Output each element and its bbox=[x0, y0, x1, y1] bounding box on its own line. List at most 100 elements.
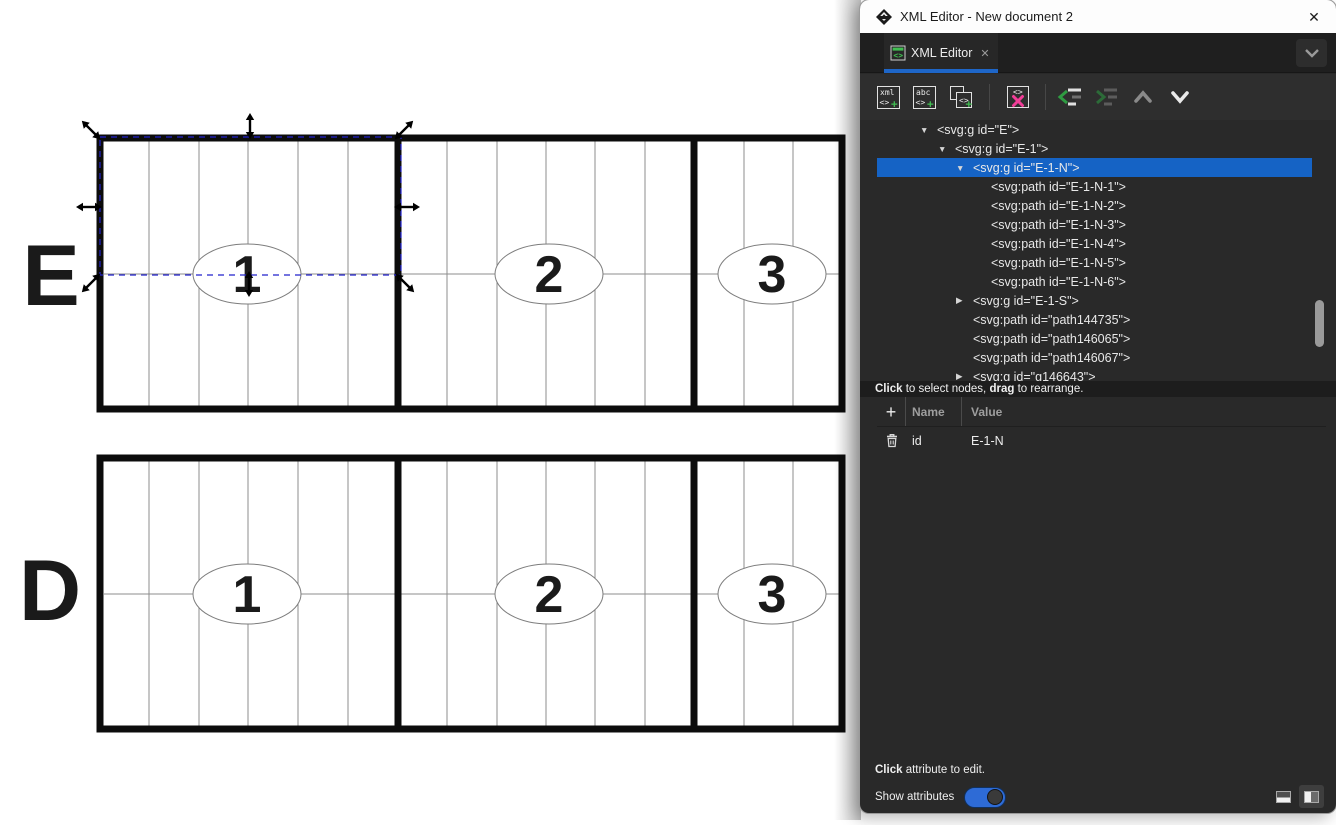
delete-node-icon: <> bbox=[1003, 82, 1033, 112]
indent-node-button[interactable] bbox=[1091, 82, 1121, 112]
show-attributes-toggle[interactable] bbox=[964, 787, 1006, 808]
new-element-node-icon: xml <> + bbox=[874, 82, 904, 112]
tree-node[interactable]: <svg:path id="path146067"> bbox=[877, 348, 1312, 367]
hint-bold: Click bbox=[875, 383, 903, 395]
tree-node[interactable]: ▼<svg:g id="E"> bbox=[877, 120, 1312, 139]
tree-node[interactable]: <svg:path id="E-1-N-5"> bbox=[877, 253, 1312, 272]
tree-node[interactable]: <svg:path id="E-1-N-3"> bbox=[877, 215, 1312, 234]
show-attributes-label: Show attributes bbox=[875, 791, 954, 803]
tab-bar: <> XML Editor ✕ bbox=[860, 33, 1336, 73]
plus-icon: + bbox=[886, 403, 897, 421]
xml-editor-window: XML Editor - New document 2 ✕ <> XML Edi… bbox=[860, 0, 1336, 813]
row-letter-e[interactable]: E bbox=[22, 228, 79, 324]
section-label-d1[interactable]: 1 bbox=[193, 564, 301, 624]
tree-node-label: <svg:path id="path146065"> bbox=[973, 332, 1130, 346]
xml-editor-tab-icon: <> bbox=[890, 45, 906, 61]
attribute-row[interactable]: id E-1-N bbox=[877, 428, 1326, 453]
new-element-node-button[interactable]: xml <> + bbox=[874, 82, 904, 112]
tab-close-icon[interactable]: ✕ bbox=[980, 47, 989, 60]
window-close-icon[interactable]: ✕ bbox=[1304, 7, 1324, 27]
figure-d[interactable]: D 1 2 bbox=[19, 458, 842, 729]
tree-node-label: <svg:g id="E-1"> bbox=[955, 142, 1048, 156]
tree-node[interactable]: ▼<svg:g id="E-1"> bbox=[877, 139, 1312, 158]
toggle-knob bbox=[987, 789, 1003, 805]
tree-node-label: <svg:g id="g146643"> bbox=[973, 370, 1096, 382]
tree-node[interactable]: <svg:path id="E-1-N-4"> bbox=[877, 234, 1312, 253]
new-text-node-button[interactable]: abc <> + bbox=[910, 82, 940, 112]
horizontal-split-icon bbox=[1276, 791, 1291, 803]
svg-text:3: 3 bbox=[758, 566, 787, 624]
delete-attribute-button[interactable] bbox=[877, 433, 906, 448]
tree-node-label: <svg:g id="E"> bbox=[937, 123, 1019, 137]
tree-node[interactable]: <svg:path id="path146065"> bbox=[877, 329, 1312, 348]
layout-vertical-button[interactable] bbox=[1299, 785, 1324, 808]
chevron-down-icon bbox=[1165, 82, 1195, 112]
section-label-d3[interactable]: 3 bbox=[718, 564, 826, 624]
svg-text:<>: <> bbox=[880, 98, 890, 107]
attribute-name[interactable]: id bbox=[912, 434, 922, 448]
figure-e[interactable]: E 1 2 bbox=[22, 138, 842, 409]
row-letter-d[interactable]: D bbox=[19, 543, 81, 639]
tree-node-label: <svg:path id="E-1-N-2"> bbox=[991, 199, 1126, 213]
expander-open-icon[interactable]: ▼ bbox=[956, 163, 973, 173]
panel-menu-button[interactable] bbox=[1296, 39, 1327, 67]
unindent-node-button[interactable] bbox=[1055, 82, 1085, 112]
trash-icon bbox=[885, 433, 899, 448]
tree-node[interactable]: ▼<svg:g id="E-1-N"> bbox=[877, 158, 1312, 177]
toolbar-separator bbox=[1045, 84, 1046, 110]
xml-tree[interactable]: ▼<svg:g id="E">▼<svg:g id="E-1">▼<svg:g … bbox=[877, 120, 1312, 381]
move-node-down-button[interactable] bbox=[1165, 82, 1195, 112]
section-label-d2[interactable]: 2 bbox=[495, 564, 603, 624]
inkscape-canvas[interactable]: E 1 2 bbox=[0, 0, 861, 820]
expander-open-icon[interactable]: ▼ bbox=[938, 144, 955, 154]
new-text-node-icon: abc <> + bbox=[910, 82, 940, 112]
drawing-svg: E 1 2 bbox=[0, 0, 861, 820]
tree-node[interactable]: <svg:path id="E-1-N-2"> bbox=[877, 196, 1312, 215]
vertical-split-icon bbox=[1304, 791, 1319, 803]
tree-hint: Click to select nodes, drag to rearrange… bbox=[860, 381, 1336, 397]
scale-handle-top-left[interactable] bbox=[79, 118, 103, 142]
attribute-hint: Click attribute to edit. bbox=[875, 764, 985, 776]
tree-node[interactable]: <svg:path id="path144735"> bbox=[877, 310, 1312, 329]
inkscape-logo-icon bbox=[875, 8, 893, 26]
tree-node-label: <svg:g id="E-1-S"> bbox=[973, 294, 1079, 308]
attributes-header: + Name Value bbox=[877, 397, 1326, 427]
tree-node[interactable]: <svg:path id="E-1-N-1"> bbox=[877, 177, 1312, 196]
tree-node[interactable]: <svg:path id="E-1-N-6"> bbox=[877, 272, 1312, 291]
tree-scrollbar[interactable] bbox=[1315, 300, 1324, 347]
section-label-e3[interactable]: 3 bbox=[718, 244, 826, 304]
svg-text:<>: <> bbox=[916, 98, 926, 107]
section-label-e1[interactable]: 1 bbox=[193, 244, 301, 304]
tree-node[interactable]: ▶<svg:g id="E-1-S"> bbox=[877, 291, 1312, 310]
attribute-value[interactable]: E-1-N bbox=[971, 434, 1004, 448]
duplicate-node-button[interactable]: <> + bbox=[946, 82, 976, 112]
layout-horizontal-button[interactable] bbox=[1271, 785, 1296, 808]
xml-toolbar: xml <> + abc <> + <> + bbox=[860, 74, 1336, 120]
active-tab-underline bbox=[884, 69, 998, 73]
hint-bold: Click bbox=[875, 764, 903, 776]
tree-node-label: <svg:path id="E-1-N-3"> bbox=[991, 218, 1126, 232]
tree-node-label: <svg:path id="E-1-N-4"> bbox=[991, 237, 1126, 251]
expander-closed-icon[interactable]: ▶ bbox=[956, 371, 973, 381]
expander-open-icon[interactable]: ▼ bbox=[920, 125, 937, 135]
expander-closed-icon[interactable]: ▶ bbox=[956, 295, 973, 306]
svg-text:xml: xml bbox=[880, 88, 895, 97]
tab-label: XML Editor bbox=[911, 46, 972, 60]
svg-text:+: + bbox=[891, 98, 898, 111]
section-label-e2[interactable]: 2 bbox=[495, 244, 603, 304]
delete-node-button[interactable]: <> bbox=[1003, 82, 1033, 112]
attr-value-header: Value bbox=[971, 405, 1002, 419]
window-drop-shadow bbox=[834, 0, 861, 820]
svg-text:3: 3 bbox=[758, 246, 787, 304]
chevron-up-icon bbox=[1128, 82, 1158, 112]
unindent-node-icon bbox=[1055, 82, 1085, 112]
tree-node-label: <svg:path id="E-1-N-5"> bbox=[991, 256, 1126, 270]
add-attribute-button[interactable]: + bbox=[877, 397, 906, 426]
tree-node[interactable]: ▶<svg:g id="g146643"> bbox=[877, 367, 1312, 381]
window-titlebar[interactable]: XML Editor - New document 2 ✕ bbox=[860, 0, 1336, 33]
tab-xml-editor[interactable]: <> XML Editor ✕ bbox=[884, 33, 998, 73]
move-node-up-button[interactable] bbox=[1128, 82, 1158, 112]
tree-node-label: <svg:g id="E-1-N"> bbox=[973, 161, 1080, 175]
toolbar-separator bbox=[989, 84, 990, 110]
svg-text:abc: abc bbox=[916, 88, 931, 97]
